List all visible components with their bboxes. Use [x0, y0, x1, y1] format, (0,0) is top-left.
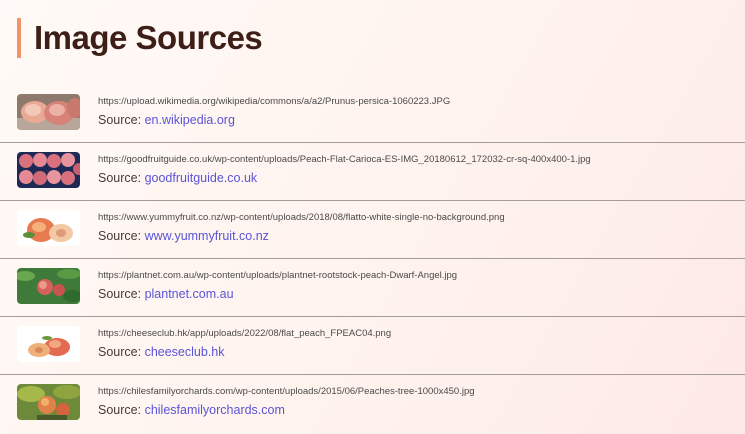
- page-title: Image Sources: [34, 19, 263, 56]
- source-line: Source: www.yummyfruit.co.nz: [98, 229, 269, 243]
- source-label: Source:: [98, 113, 142, 127]
- source-label: Source:: [98, 345, 142, 359]
- source-row: https://chilesfamilyorchards.com/wp-cont…: [0, 375, 745, 433]
- source-link[interactable]: www.yummyfruit.co.nz: [145, 229, 269, 243]
- source-label: Source:: [98, 229, 142, 243]
- image-url: https://plantnet.com.au/wp-content/uploa…: [98, 270, 458, 281]
- peach-photo-icon[interactable]: [17, 210, 80, 246]
- source-link[interactable]: chilesfamilyorchards.com: [145, 403, 285, 417]
- source-line: Source: plantnet.com.au: [98, 287, 234, 301]
- source-link[interactable]: cheeseclub.hk: [145, 345, 225, 359]
- source-line: Source: goodfruitguide.co.uk: [98, 171, 257, 185]
- source-label: Source:: [98, 403, 142, 417]
- source-list: https://upload.wikimedia.org/wikipedia/c…: [0, 85, 745, 433]
- source-link[interactable]: goodfruitguide.co.uk: [145, 171, 258, 185]
- image-url: https://cheeseclub.hk/app/uploads/2022/0…: [98, 328, 392, 339]
- peach-photo-icon[interactable]: [17, 152, 80, 188]
- image-url: https://goodfruitguide.co.uk/wp-content/…: [98, 154, 591, 165]
- title-accent-bar: [17, 18, 21, 58]
- source-line: Source: en.wikipedia.org: [98, 113, 235, 127]
- image-url: https://chilesfamilyorchards.com/wp-cont…: [98, 386, 475, 397]
- source-line: Source: cheeseclub.hk: [98, 345, 225, 359]
- source-link[interactable]: plantnet.com.au: [145, 287, 234, 301]
- source-link[interactable]: en.wikipedia.org: [145, 113, 235, 127]
- page-header: Image Sources: [17, 18, 263, 58]
- peach-tree-photo-icon[interactable]: [17, 384, 80, 420]
- source-row: https://plantnet.com.au/wp-content/uploa…: [0, 259, 745, 317]
- source-label: Source:: [98, 287, 142, 301]
- image-url: https://upload.wikimedia.org/wikipedia/c…: [98, 96, 451, 107]
- source-label: Source:: [98, 171, 142, 185]
- peach-photo-icon[interactable]: [17, 94, 80, 130]
- source-row: https://cheeseclub.hk/app/uploads/2022/0…: [0, 317, 745, 375]
- peach-photo-icon[interactable]: [17, 326, 80, 362]
- source-row: https://www.yummyfruit.co.nz/wp-content/…: [0, 201, 745, 259]
- image-url: https://www.yummyfruit.co.nz/wp-content/…: [98, 212, 505, 223]
- source-line: Source: chilesfamilyorchards.com: [98, 403, 285, 417]
- source-row: https://goodfruitguide.co.uk/wp-content/…: [0, 143, 745, 201]
- source-row: https://upload.wikimedia.org/wikipedia/c…: [0, 85, 745, 143]
- peach-tree-photo-icon[interactable]: [17, 268, 80, 304]
